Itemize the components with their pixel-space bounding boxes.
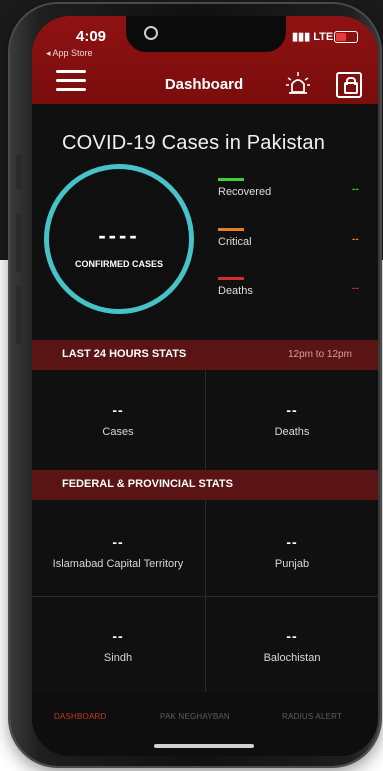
confirmed-cases-value: ----	[98, 223, 140, 248]
lock-icon-body	[344, 82, 358, 94]
stat-deaths: -- Deaths	[206, 402, 378, 438]
camera-notch	[126, 16, 286, 52]
home-indicator	[154, 744, 254, 748]
legend-label: Recovered	[218, 186, 272, 198]
signal-indicator: ▮▮▮ LTE	[292, 30, 333, 43]
last24-stats-grid: -- Cases -- Deaths	[32, 370, 378, 470]
deaths-value: --	[352, 283, 359, 294]
confirmed-cases-label: CONFIRMED CASES	[74, 259, 163, 269]
carrier-label: LTE	[313, 31, 334, 43]
recovered-color-bar	[218, 178, 244, 181]
stat-sindh: -- Sindh	[32, 628, 204, 664]
page-title: Dashboard	[164, 76, 244, 93]
legend-label: Deaths	[218, 285, 253, 297]
lock-button[interactable]	[336, 72, 362, 98]
app-header: 4:09 ◂ App Store ▮▮▮ LTE Dashboard	[32, 16, 378, 104]
stat-label: Deaths	[274, 426, 310, 438]
status-time: 4:09	[76, 28, 107, 45]
alert-button[interactable]	[284, 70, 312, 98]
stat-value: --	[112, 402, 124, 418]
stat-value: --	[286, 534, 298, 550]
hamburger-icon	[56, 70, 86, 73]
last24-section-header: LAST 24 HOURS STATS 12pm to 12pm	[32, 340, 378, 370]
phone-frame: 4:09 ◂ App Store ▮▮▮ LTE Dashboard COVID…	[10, 4, 380, 766]
recovered-value: --	[352, 184, 359, 195]
nav-pak-neghayban[interactable]: PAK NEGHAYBAN	[160, 712, 230, 721]
mute-switch	[16, 154, 22, 190]
time-range-label: 12pm to 12pm	[288, 349, 352, 360]
legend-label: Critical	[218, 236, 252, 248]
stat-value: --	[112, 628, 124, 644]
critical-color-bar	[218, 228, 244, 231]
nav-dashboard[interactable]: DASHBOARD	[54, 712, 106, 721]
deaths-color-bar	[218, 277, 244, 280]
camera-icon	[144, 26, 158, 40]
siren-icon	[286, 72, 310, 94]
stat-label: Sindh	[103, 652, 133, 664]
volume-down-button	[16, 286, 22, 344]
stat-label: Islamabad Capital Territory	[52, 558, 184, 570]
signal-bars-icon: ▮▮▮	[292, 31, 311, 43]
stat-balochistan: -- Balochistan	[206, 628, 378, 664]
stat-value: --	[286, 628, 298, 644]
stat-cases: -- Cases	[32, 402, 204, 438]
battery-level	[336, 33, 346, 41]
menu-button[interactable]	[56, 70, 86, 92]
stat-label: Balochistan	[263, 652, 321, 664]
app-screen: 4:09 ◂ App Store ▮▮▮ LTE Dashboard COVID…	[32, 16, 378, 756]
grid-divider	[32, 596, 378, 597]
nav-radius-alert[interactable]: RADIUS ALERT	[282, 712, 342, 721]
cases-heading: COVID-19 Cases in Pakistan	[62, 132, 326, 154]
stat-value: --	[286, 402, 298, 418]
stat-islamabad: -- Islamabad Capital Territory	[32, 534, 204, 570]
stat-label: Punjab	[274, 558, 310, 570]
hamburger-icon-line	[56, 79, 86, 82]
hamburger-icon-line	[56, 88, 86, 91]
back-to-app-store-link[interactable]: ◂ App Store	[46, 48, 93, 59]
provincial-section-header: FEDERAL & PROVINCIAL STATS	[32, 470, 378, 500]
section-title: FEDERAL & PROVINCIAL STATS	[62, 478, 233, 490]
critical-value: --	[352, 234, 359, 245]
volume-up-button	[16, 214, 22, 272]
stat-punjab: -- Punjab	[206, 534, 378, 570]
confirmed-cases-ring: ---- CONFIRMED CASES	[44, 164, 194, 314]
stat-value: --	[112, 534, 124, 550]
stat-label: Cases	[102, 426, 134, 438]
battery-icon	[334, 31, 358, 43]
section-title: LAST 24 HOURS STATS	[62, 348, 187, 360]
provincial-stats-grid: -- Islamabad Capital Territory -- Punjab…	[32, 500, 378, 692]
